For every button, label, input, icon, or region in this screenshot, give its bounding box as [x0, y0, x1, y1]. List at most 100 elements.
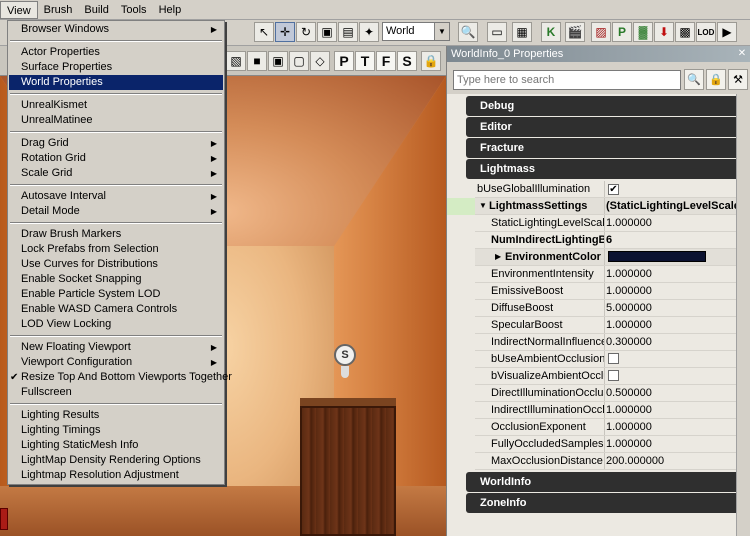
use-ambient-occlusion-checkbox[interactable] [608, 353, 619, 364]
monitor-icon[interactable]: ▭ [487, 22, 507, 42]
lock-icon[interactable]: 🔒 [421, 51, 441, 71]
scale-mode-icon[interactable]: ▣ [317, 22, 337, 42]
lock-selection-icon[interactable]: 🔒 [706, 69, 726, 90]
property-row[interactable]: StaticLightingLevelScale 1.000000 [447, 215, 737, 232]
unlit-mode-icon[interactable]: ■ [247, 51, 267, 71]
menu-item-autosave-interval[interactable]: Autosave Interval ▶ [9, 189, 223, 204]
options-icon[interactable]: ⚒ [728, 69, 748, 90]
menu-item-detail-mode[interactable]: Detail Mode ▶ [9, 204, 223, 219]
build-lighting-icon[interactable]: ▓ [633, 22, 653, 42]
close-icon[interactable]: ✕ [735, 47, 749, 60]
category-editor[interactable]: Editor [466, 117, 738, 137]
menu-item-browser-windows[interactable]: Browser Windows ▶ [9, 22, 223, 37]
menu-item-draw-brush-markers[interactable]: Draw Brush Markers [9, 227, 223, 242]
menu-item-socket-snapping[interactable]: Enable Socket Snapping [9, 272, 223, 287]
widget-mode-icon[interactable]: ✦ [359, 22, 379, 42]
property-row[interactable]: DirectIlluminationOcclusio 0.500000 [447, 385, 737, 402]
property-value[interactable]: 1.000000 [604, 317, 737, 333]
property-row[interactable]: NumIndirectLightingBo 6 [447, 232, 737, 249]
content-browser-icon[interactable]: ▦ [512, 22, 532, 42]
detail-lighting-icon[interactable]: ▢ [289, 51, 309, 71]
menu-item-lighting-staticmesh-info[interactable]: Lighting StaticMesh Info [9, 438, 223, 453]
menu-item-unrealmatinee[interactable]: UnrealMatinee [9, 113, 223, 128]
sound-actor-icon[interactable]: S [334, 344, 356, 366]
property-row[interactable]: MaxOcclusionDistance 200.000000 [447, 453, 737, 470]
property-row[interactable]: ▼ LightmassSettings (StaticLightingLevel… [447, 198, 737, 215]
lit-mode-icon[interactable]: ▣ [268, 51, 288, 71]
menu-build[interactable]: Build [78, 1, 114, 19]
binoculars-search-icon[interactable]: 🔍 [458, 22, 478, 42]
build-paths-icon[interactable]: P [612, 22, 632, 42]
category-debug[interactable]: Debug [466, 96, 738, 116]
lod-icon[interactable]: LOD [696, 22, 716, 42]
menu-item-viewport-configuration[interactable]: Viewport Configuration ▶ [9, 355, 223, 370]
property-value[interactable]: 6 [604, 232, 737, 248]
perspective-view-button[interactable]: P [334, 51, 354, 71]
menu-item-new-floating-viewport[interactable]: New Floating Viewport ▶ [9, 340, 223, 355]
menu-item-fullscreen[interactable]: Fullscreen [9, 385, 223, 400]
menu-item-lightmap-resolution[interactable]: Lightmap Resolution Adjustment [9, 468, 223, 483]
menu-view[interactable]: View [0, 0, 38, 19]
menu-item-wasd-camera[interactable]: Enable WASD Camera Controls [9, 302, 223, 317]
property-search-input[interactable] [453, 70, 681, 90]
menu-item-rotation-grid[interactable]: Rotation Grid ▶ [9, 151, 223, 166]
property-value[interactable]: 1.000000 [604, 283, 737, 299]
category-fracture[interactable]: Fracture [466, 138, 738, 158]
menu-item-scale-grid[interactable]: Scale Grid ▶ [9, 166, 223, 181]
category-zoneinfo[interactable]: ZoneInfo [466, 493, 738, 513]
property-value[interactable]: 0.300000 [604, 334, 737, 350]
top-view-button[interactable]: T [355, 51, 375, 71]
menu-tools[interactable]: Tools [115, 1, 153, 19]
menu-item-lighting-results[interactable]: Lighting Results [9, 408, 223, 423]
menu-item-unrealkismet[interactable]: UnrealKismet [9, 98, 223, 113]
visualize-ambient-occlusion-checkbox[interactable] [608, 370, 619, 381]
menu-brush[interactable]: Brush [38, 1, 79, 19]
kismet-icon[interactable]: K [541, 22, 561, 42]
property-value[interactable]: 200.000000 [604, 453, 737, 469]
use-global-illumination-checkbox[interactable]: ✔ [608, 184, 619, 195]
property-row[interactable]: SpecularBoost 1.000000 [447, 317, 737, 334]
property-value[interactable]: 0.500000 [604, 385, 737, 401]
rotate-mode-icon[interactable]: ↻ [296, 22, 316, 42]
property-value[interactable]: 1.000000 [604, 436, 737, 452]
select-mode-icon[interactable]: ↖ [254, 22, 274, 42]
property-value[interactable]: 1.000000 [604, 402, 737, 418]
property-value[interactable]: 1.000000 [604, 266, 737, 282]
menu-item-drag-grid[interactable]: Drag Grid ▶ [9, 136, 223, 151]
property-value[interactable]: 5.000000 [604, 300, 737, 316]
menu-item-use-curves[interactable]: Use Curves for Distributions [9, 257, 223, 272]
realtime-icon[interactable]: ▧ [226, 51, 246, 71]
front-view-button[interactable]: F [376, 51, 396, 71]
property-value[interactable]: 1.000000 [604, 215, 737, 231]
property-row[interactable]: FullyOccludedSamplesFrac 1.000000 [447, 436, 737, 453]
wooden-crate[interactable] [300, 406, 396, 536]
property-row[interactable]: IndirectIlluminationOcclusi 1.000000 [447, 402, 737, 419]
environment-color-swatch[interactable] [608, 251, 706, 262]
property-row[interactable]: OcclusionExponent 1.000000 [447, 419, 737, 436]
menu-item-world-properties[interactable]: World Properties [9, 75, 223, 90]
property-value[interactable]: 1.000000 [604, 419, 737, 435]
category-worldinfo[interactable]: WorldInfo [466, 472, 738, 492]
checker-icon[interactable]: ▩ [675, 22, 695, 42]
menu-item-lighting-timings[interactable]: Lighting Timings [9, 423, 223, 438]
menu-item-lod-view-locking[interactable]: LOD View Locking [9, 317, 223, 332]
side-view-button[interactable]: S [397, 51, 417, 71]
wireframe-mode-icon[interactable]: ◇ [310, 51, 330, 71]
property-row[interactable]: IndirectNormalInfluenceBo 0.300000 [447, 334, 737, 351]
collapse-arrow-icon[interactable]: ▼ [479, 198, 487, 214]
property-list-scrollbar[interactable] [736, 94, 750, 536]
menu-item-particle-lod[interactable]: Enable Particle System LOD [9, 287, 223, 302]
menu-item-surface-properties[interactable]: Surface Properties [9, 60, 223, 75]
menu-item-resize-viewports[interactable]: ✔ Resize Top And Bottom Viewports Togethe… [9, 370, 232, 385]
menu-item-lightmap-density-options[interactable]: LightMap Density Rendering Options [9, 453, 223, 468]
property-row[interactable]: ▶ EnvironmentColor [447, 249, 737, 266]
search-icon[interactable]: 🔍 [684, 69, 704, 90]
expand-arrow-icon[interactable]: ▶ [495, 249, 501, 265]
nonuniform-scale-icon[interactable]: ▤ [338, 22, 358, 42]
property-row[interactable]: EnvironmentIntensity 1.000000 [447, 266, 737, 283]
translate-mode-icon[interactable]: ✛ [275, 22, 295, 42]
property-row[interactable]: DiffuseBoost 5.000000 [447, 300, 737, 317]
property-row[interactable]: EmissiveBoost 1.000000 [447, 283, 737, 300]
play-in-editor-icon[interactable]: ▶ [717, 22, 737, 42]
menu-item-actor-properties[interactable]: Actor Properties [9, 45, 223, 60]
